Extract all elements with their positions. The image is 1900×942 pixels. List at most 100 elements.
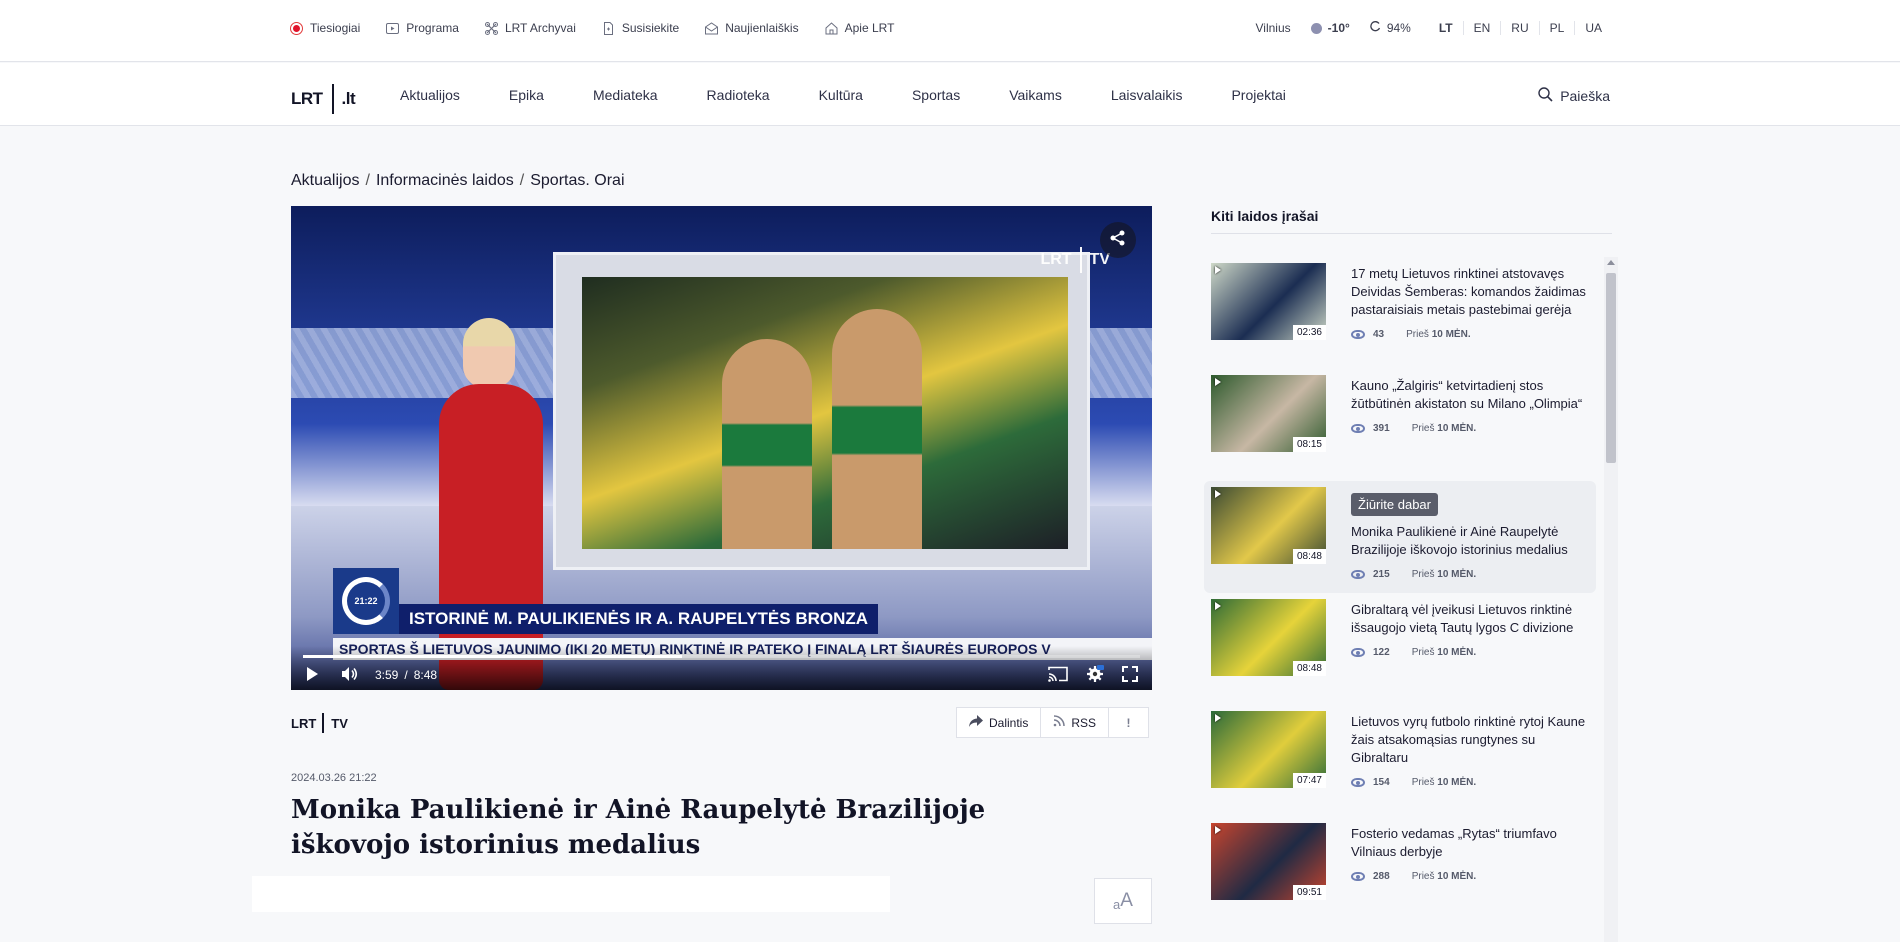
video-thumbnail[interactable]: 07:47 bbox=[1211, 711, 1326, 788]
nav-item-projektai[interactable]: Projektai bbox=[1231, 87, 1285, 103]
related-video-item[interactable]: 02:36 17 metų Lietuvos rinktinei atstovav… bbox=[1204, 257, 1596, 369]
site-logo[interactable]: LRT .lt bbox=[291, 84, 356, 114]
video-title[interactable]: 17 metų Lietuvos rinktinei atstovavęs De… bbox=[1351, 265, 1586, 319]
video-title[interactable]: Kauno „Žalgiris“ ketvirtadienį stos žūtb… bbox=[1351, 377, 1586, 413]
video-duration-badge: 08:15 bbox=[1292, 437, 1326, 452]
nav-item-vaikams[interactable]: Vaikams bbox=[1009, 87, 1062, 103]
athlete-figure bbox=[832, 309, 922, 549]
video-thumbnail[interactable]: 09:51 bbox=[1211, 823, 1326, 900]
breadcrumb-item[interactable]: Sportas. Orai bbox=[530, 172, 624, 190]
weather-city[interactable]: Vilnius bbox=[1256, 21, 1291, 35]
nav-item-radioteka[interactable]: Radioteka bbox=[707, 87, 770, 103]
related-video-item[interactable]: 09:51 Fosterio vedamas „Rytas“ triumfavo … bbox=[1204, 817, 1596, 929]
top-link-about[interactable]: Apie LRT bbox=[825, 21, 895, 35]
lang-ua[interactable]: UA bbox=[1574, 21, 1612, 35]
volume-icon[interactable] bbox=[341, 666, 359, 685]
ad-placeholder bbox=[252, 876, 890, 912]
scrollbar-thumb[interactable] bbox=[1606, 273, 1616, 463]
video-share-button[interactable] bbox=[1100, 222, 1136, 258]
studio-screen bbox=[553, 252, 1090, 570]
athlete-figure bbox=[722, 339, 812, 549]
video-current-time: 3:59 bbox=[375, 668, 399, 682]
scroll-up-arrow-icon[interactable] bbox=[1607, 260, 1615, 265]
report-button[interactable]: ! bbox=[1108, 708, 1148, 737]
play-icon bbox=[1215, 490, 1221, 498]
breadcrumb-item[interactable]: Informacinės laidos bbox=[376, 172, 514, 190]
top-link-archive[interactable]: LRT Archyvai bbox=[484, 21, 576, 35]
video-thumbnail[interactable]: 08:15 bbox=[1211, 375, 1326, 452]
top-right: Vilnius -10° 94% LT EN RU PL UA bbox=[1256, 21, 1612, 35]
share-button[interactable]: Dalintis bbox=[957, 708, 1040, 737]
related-video-item[interactable]: 08:15 Kauno „Žalgiris“ ketvirtadienį stos… bbox=[1204, 369, 1596, 481]
moon-icon bbox=[1310, 22, 1322, 34]
video-views: 391 bbox=[1373, 423, 1390, 434]
related-video-item[interactable]: 08:48 Žiūrite dabar Monika Paulikienė ir A… bbox=[1204, 481, 1596, 593]
top-link-program[interactable]: Programa bbox=[386, 21, 459, 35]
nav-item-kultura[interactable]: Kultūra bbox=[819, 87, 863, 103]
lang-pl[interactable]: PL bbox=[1538, 21, 1575, 35]
play-square-icon bbox=[386, 22, 400, 35]
video-thumbnail[interactable]: 02:36 bbox=[1211, 263, 1326, 340]
breadcrumb-item[interactable]: Aktualijos bbox=[291, 172, 359, 190]
video-meta: 43 Prieš 10 MĖN. bbox=[1351, 329, 1471, 340]
views-eye-icon bbox=[1351, 424, 1365, 433]
video-views: 215 bbox=[1373, 569, 1390, 580]
now-watching-badge: Žiūrite dabar bbox=[1351, 493, 1438, 516]
video-thumbnail[interactable]: 08:48 bbox=[1211, 599, 1326, 676]
live-dot-icon bbox=[290, 21, 303, 35]
video-player[interactable]: LRT TV 21:22 ISTORINĖ M. PAULIKIENĖS IR … bbox=[291, 206, 1152, 690]
top-bar: Tiesiogiai Programa LRT Archyvai Susisie… bbox=[0, 0, 1900, 62]
breadcrumb-separator: / bbox=[365, 172, 370, 189]
views-eye-icon bbox=[1351, 570, 1365, 579]
search-button[interactable]: Paieška bbox=[1538, 87, 1610, 105]
nav-item-laisvalaikis[interactable]: Laisvalaikis bbox=[1111, 87, 1183, 103]
video-title[interactable]: Monika Paulikienė ir Ainė Raupelytė Braz… bbox=[1351, 523, 1586, 559]
share-arrow-icon bbox=[969, 715, 983, 730]
top-link-label: Apie LRT bbox=[844, 21, 895, 35]
sidebar-scrollbar[interactable] bbox=[1604, 257, 1618, 942]
lower-third-caption: ISTORINĖ M. PAULIKIENĖS IR A. RAUPELYTĖS… bbox=[399, 604, 879, 634]
weather-temperature: -10° bbox=[1310, 21, 1350, 35]
video-thumbnail[interactable]: 08:48 bbox=[1211, 487, 1326, 564]
cast-icon[interactable] bbox=[1048, 666, 1068, 685]
share-icon bbox=[1109, 229, 1127, 252]
top-link-contact[interactable]: Susisiekite bbox=[602, 21, 679, 35]
breadcrumb-separator: / bbox=[519, 172, 525, 189]
lang-lt[interactable]: LT bbox=[1429, 21, 1463, 35]
article-date: 2024.03.26 21:22 bbox=[291, 772, 377, 784]
settings-gear-icon[interactable] bbox=[1086, 664, 1104, 686]
nav-item-epika[interactable]: Epika bbox=[509, 87, 544, 103]
archive-icon bbox=[484, 21, 498, 35]
video-age: Prieš 10 MĖN. bbox=[1411, 777, 1477, 788]
nav-item-aktualijos[interactable]: Aktualijos bbox=[400, 87, 460, 103]
top-link-live[interactable]: Tiesiogiai bbox=[290, 21, 360, 35]
related-video-item[interactable]: 07:47 Lietuvos vyrų futbolo rinktinė ryto… bbox=[1204, 705, 1596, 817]
top-link-label: Tiesiogiai bbox=[310, 21, 361, 35]
rss-button[interactable]: RSS bbox=[1040, 708, 1108, 737]
video-progress-bar[interactable] bbox=[303, 655, 1140, 658]
video-duration-badge: 09:51 bbox=[1292, 885, 1326, 900]
video-title[interactable]: Gibraltarą vėl įveikusi Lietuvos rinktin… bbox=[1351, 601, 1586, 637]
sidebar-title: Kiti laidos įrašai bbox=[1211, 208, 1319, 224]
lang-en[interactable]: EN bbox=[1462, 21, 1501, 35]
video-views: 154 bbox=[1373, 777, 1390, 788]
nav-item-sportas[interactable]: Sportas bbox=[912, 87, 960, 103]
video-title[interactable]: Lietuvos vyrų futbolo rinktinė rytoj Kau… bbox=[1351, 713, 1586, 767]
video-age: Prieš 10 MĖN. bbox=[1411, 871, 1477, 882]
envelope-icon bbox=[705, 21, 719, 35]
top-link-newsletter[interactable]: Naujienlaiškis bbox=[705, 21, 799, 35]
video-age: Prieš 10 MĖN. bbox=[1411, 647, 1477, 658]
related-video-item[interactable]: 08:48 Gibraltarą vėl įveikusi Lietuvos ri… bbox=[1204, 593, 1596, 705]
lang-ru[interactable]: RU bbox=[1500, 21, 1538, 35]
video-duration-badge: 08:48 bbox=[1292, 549, 1326, 564]
video-title[interactable]: Fosterio vedamas „Rytas“ triumfavo Vilni… bbox=[1351, 825, 1586, 861]
home-icon bbox=[825, 21, 838, 35]
source-channel-logo[interactable]: LRT TV bbox=[291, 713, 348, 733]
font-size-button[interactable]: a A bbox=[1094, 878, 1152, 924]
fullscreen-icon[interactable] bbox=[1122, 665, 1138, 685]
video-age: Prieš 10 MĖN. bbox=[1406, 329, 1471, 340]
nav-item-mediateka[interactable]: Mediateka bbox=[593, 87, 658, 103]
play-icon[interactable] bbox=[305, 666, 319, 685]
play-icon bbox=[1215, 602, 1221, 610]
views-eye-icon bbox=[1351, 872, 1365, 881]
